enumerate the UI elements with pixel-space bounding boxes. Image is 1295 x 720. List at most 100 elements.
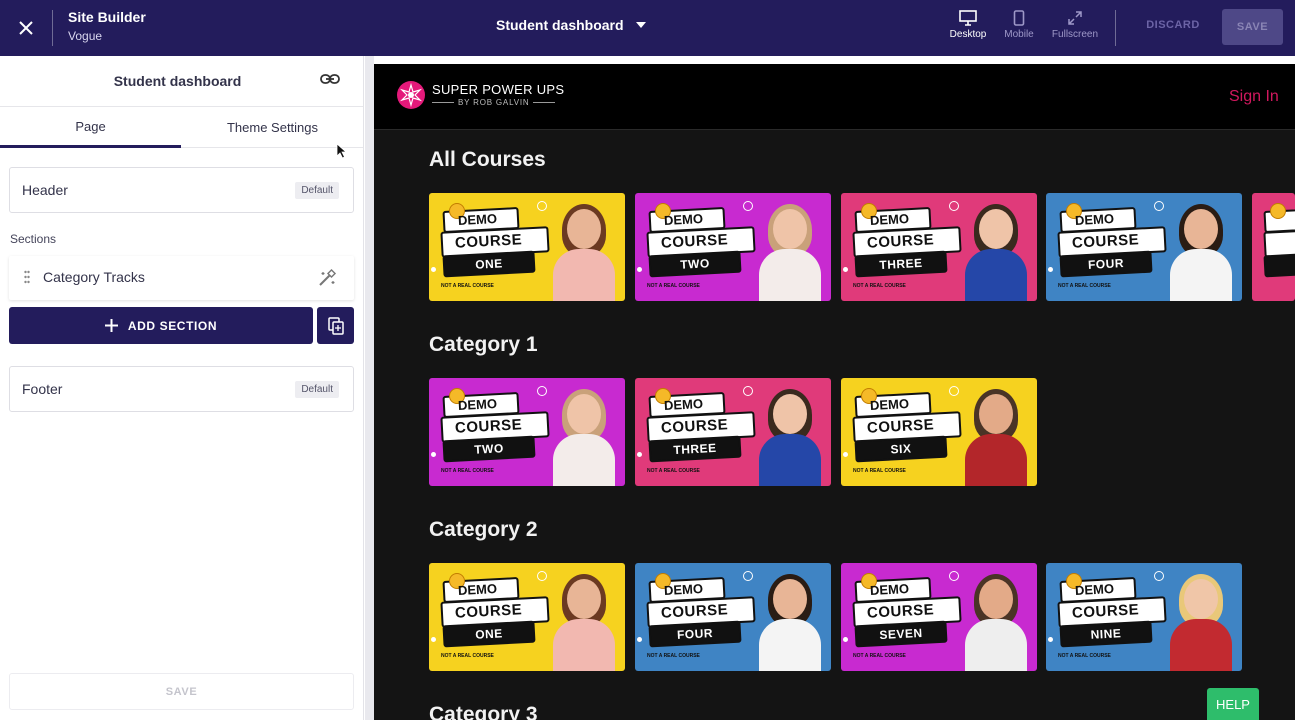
card-line1: DEMO	[869, 395, 910, 414]
save-button[interactable]: SAVE	[1222, 9, 1283, 45]
sidebar-save-button[interactable]: SAVE	[9, 673, 354, 710]
card-decoration	[743, 201, 753, 211]
card-decoration	[949, 201, 959, 211]
footer-row-label: Footer	[22, 381, 63, 397]
person-image	[547, 574, 621, 671]
drag-handle-icon[interactable]	[24, 270, 30, 284]
app-title: Site Builder	[68, 9, 146, 25]
link-icon	[320, 74, 340, 84]
person-image	[959, 204, 1033, 301]
card-line2: COURSE	[1071, 231, 1140, 252]
panel-divider[interactable]	[365, 56, 374, 720]
magic-wand-icon[interactable]	[317, 268, 337, 288]
footer-default-badge: Default	[295, 381, 339, 398]
course-card[interactable]: DEMO COURSE SEVEN NOT A REAL COURSE	[841, 563, 1037, 671]
plus-icon	[104, 319, 118, 332]
card-line1: DEMO	[663, 580, 704, 599]
person-image	[753, 204, 827, 301]
card-decoration	[843, 267, 848, 272]
help-button[interactable]: HELP	[1207, 688, 1259, 720]
card-line1: DEMO	[869, 210, 910, 229]
sections-label: Sections	[10, 232, 57, 246]
card-line2: COURSE	[660, 231, 729, 252]
discard-button[interactable]: DISCARD	[1135, 19, 1211, 31]
desktop-icon	[959, 10, 977, 26]
course-card[interactable]: DEMO COURSE THREE NOT A REAL COURSE	[841, 193, 1037, 301]
card-line1: DEMO	[663, 210, 704, 229]
course-card[interactable]: DEMO COURSE FOUR NOT A REAL COURSE	[635, 563, 831, 671]
view-desktop-label: Desktop	[949, 29, 987, 40]
tab-theme-settings[interactable]: Theme Settings	[181, 107, 364, 148]
card-decoration	[537, 201, 547, 211]
card-line1: DEMO	[663, 395, 704, 414]
caret-down-icon	[635, 22, 646, 28]
course-card[interactable]	[1252, 193, 1295, 301]
card-note: NOT A REAL COURSE	[647, 283, 700, 289]
sidebar-title: Student dashboard	[113, 73, 242, 89]
course-card[interactable]: DEMO COURSE ONE NOT A REAL COURSE	[429, 193, 625, 301]
card-decoration	[1048, 267, 1053, 272]
card-line2: COURSE	[866, 601, 935, 622]
card-line2: COURSE	[660, 601, 729, 622]
add-section-button[interactable]: ADD SECTION	[9, 307, 313, 344]
card-decoration	[949, 571, 959, 581]
mobile-icon	[1013, 10, 1025, 26]
header-default-badge: Default	[295, 182, 339, 199]
brand-tagline-row: BY ROB GALVIN	[432, 98, 556, 107]
card-decoration	[537, 386, 547, 396]
course-card[interactable]: DEMO COURSE FOUR NOT A REAL COURSE	[1046, 193, 1242, 301]
card-line2: COURSE	[660, 416, 729, 437]
duplicate-section-button[interactable]	[317, 307, 354, 344]
copy-icon	[327, 316, 344, 335]
fullscreen-icon	[1068, 11, 1082, 25]
card-line2: COURSE	[454, 601, 523, 622]
section-label: Category Tracks	[43, 269, 145, 285]
card-decoration	[431, 452, 436, 457]
person-image	[753, 574, 827, 671]
course-card[interactable]: DEMO COURSE ONE NOT A REAL COURSE	[429, 563, 625, 671]
category-title: Category 2	[429, 518, 538, 541]
person-image	[547, 204, 621, 301]
brand-logo-icon	[397, 81, 425, 109]
emoji-icon	[1270, 203, 1286, 219]
card-decoration	[637, 452, 642, 457]
course-card[interactable]: DEMO COURSE SIX NOT A REAL COURSE	[841, 378, 1037, 486]
person-image	[1164, 574, 1238, 671]
course-card[interactable]: DEMO COURSE TWO NOT A REAL COURSE	[429, 378, 625, 486]
course-card[interactable]: DEMO COURSE TWO NOT A REAL COURSE	[635, 193, 831, 301]
card-decoration	[537, 571, 547, 581]
card-decoration	[1048, 637, 1053, 642]
mouse-cursor-icon	[336, 143, 347, 159]
view-fullscreen-button[interactable]: Fullscreen	[1045, 10, 1105, 40]
card-decoration	[843, 452, 848, 457]
course-card[interactable]: DEMO COURSE NINE NOT A REAL COURSE	[1046, 563, 1242, 671]
page-selector[interactable]: Student dashboard	[496, 17, 646, 33]
link-button[interactable]	[320, 72, 340, 90]
card-line1: DEMO	[457, 210, 498, 229]
card-line2: COURSE	[866, 416, 935, 437]
tab-page[interactable]: Page	[0, 107, 181, 148]
card-line1: DEMO	[1074, 580, 1115, 599]
card-note: NOT A REAL COURSE	[441, 468, 494, 474]
view-mobile-button[interactable]: Mobile	[989, 10, 1049, 40]
card-line2: COURSE	[866, 231, 935, 252]
close-icon	[19, 21, 33, 35]
card-line1: DEMO	[869, 580, 910, 599]
page-selector-label: Student dashboard	[496, 17, 624, 33]
card-decoration	[637, 267, 642, 272]
close-button[interactable]	[12, 14, 40, 42]
brand-name: SUPER POWER UPS	[432, 82, 565, 97]
header-row[interactable]: Header Default	[9, 167, 354, 213]
add-section-label: ADD SECTION	[127, 318, 218, 333]
footer-row[interactable]: Footer Default	[9, 366, 354, 412]
header-row-label: Header	[22, 182, 68, 198]
person-image	[547, 389, 621, 486]
course-card[interactable]: DEMO COURSE THREE NOT A REAL COURSE	[635, 378, 831, 486]
top-bar: Site Builder Vogue Student dashboard Des…	[0, 0, 1295, 56]
sign-in-link[interactable]: Sign In	[1229, 88, 1279, 106]
section-row-category-tracks[interactable]: Category Tracks	[9, 256, 354, 300]
person-image	[959, 389, 1033, 486]
card-line1: DEMO	[1074, 210, 1115, 229]
editor-sidebar: Student dashboard Page Theme Settings He…	[0, 56, 364, 720]
card-note: NOT A REAL COURSE	[647, 653, 700, 659]
